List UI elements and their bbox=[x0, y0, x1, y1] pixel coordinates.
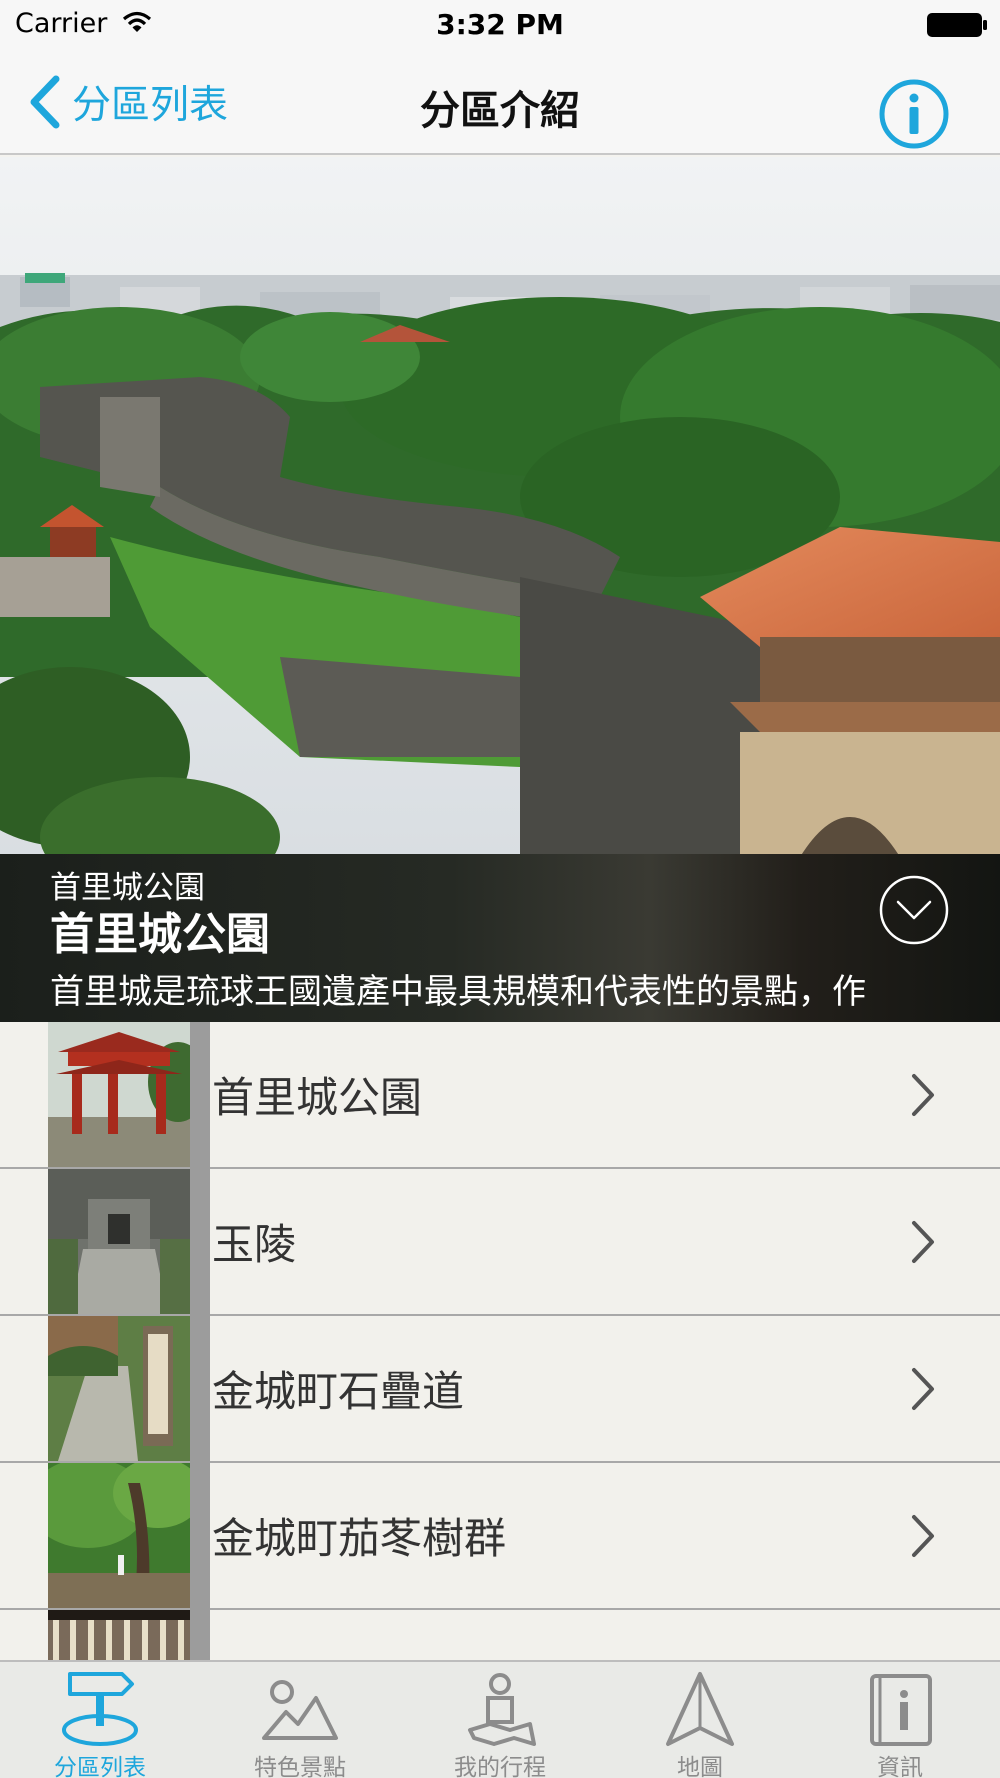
chevron-right-icon bbox=[912, 1074, 934, 1116]
list-item-label: 金城町石疊道 bbox=[212, 1367, 465, 1416]
chevron-right-icon bbox=[912, 1515, 934, 1557]
back-button[interactable]: 分區列表 bbox=[28, 72, 228, 132]
tab-label: 地圖 bbox=[677, 1755, 723, 1778]
list-item-label: 首里城公園 bbox=[212, 1073, 423, 1122]
person-map-icon bbox=[468, 1673, 536, 1746]
hero-section: 首里城公園 首里城公園 首里城是琉球王國遺產中最具規模和代表性的景點，作 bbox=[0, 157, 1000, 1022]
hero-description: 首里城是琉球王國遺產中最具規模和代表性的景點，作 bbox=[50, 972, 866, 1012]
tab-bar: 分區列表 特色景點 我的行程 地圖 資訊 bbox=[0, 1660, 1000, 1778]
tab-map[interactable]: 地圖 bbox=[600, 1662, 800, 1778]
tab-label: 資訊 bbox=[877, 1755, 923, 1778]
back-button-label: 分區列表 bbox=[72, 83, 229, 128]
tab-label: 特色景點 bbox=[254, 1755, 346, 1778]
compass-arrow-icon bbox=[666, 1672, 734, 1746]
hero-title: 首里城公園 bbox=[50, 909, 270, 960]
status-time: 3:32 PM bbox=[436, 8, 564, 41]
shuri-castle-photo bbox=[0, 157, 1000, 857]
stone-tomb-photo bbox=[48, 1169, 190, 1314]
tab-label: 分區列表 bbox=[54, 1755, 146, 1778]
row-divider-bar bbox=[190, 1610, 210, 1660]
info-book-icon bbox=[870, 1674, 932, 1746]
battery-icon bbox=[927, 13, 987, 37]
chevron-right-icon bbox=[912, 1221, 934, 1263]
list-item[interactable]: 金城町石疊道 bbox=[0, 1316, 1000, 1463]
tab-label: 我的行程 bbox=[454, 1755, 546, 1778]
banyan-trees-photo bbox=[48, 1463, 190, 1608]
app-screen: Carrier 3:32 PM 分區列表 分區介紹 首里城公園 首里城公園 首里… bbox=[0, 0, 1000, 1778]
spot-list: 首里城公園 玉陵 金城町石疊道 金城町茄苳樹群 bbox=[0, 1022, 1000, 1660]
chevron-down-circle-icon[interactable] bbox=[878, 874, 950, 946]
list-item-label: 玉陵 bbox=[212, 1220, 297, 1269]
row-divider-bar bbox=[190, 1316, 210, 1463]
info-circle-icon[interactable] bbox=[878, 78, 950, 150]
chevron-right-icon bbox=[912, 1368, 934, 1410]
stone-path-photo bbox=[48, 1316, 190, 1461]
tab-my-itinerary[interactable]: 我的行程 bbox=[400, 1662, 600, 1778]
tab-zone-list[interactable]: 分區列表 bbox=[0, 1662, 200, 1778]
row-divider-bar bbox=[190, 1463, 210, 1610]
mountain-icon bbox=[262, 1680, 338, 1740]
red-gate-photo bbox=[48, 1022, 190, 1167]
row-divider-bar bbox=[190, 1022, 210, 1169]
tab-info[interactable]: 資訊 bbox=[800, 1662, 1000, 1778]
partial-photo bbox=[48, 1610, 190, 1660]
list-item-label: 金城町茄苳樹群 bbox=[212, 1514, 507, 1563]
chevron-left-icon bbox=[30, 75, 60, 129]
list-item[interactable] bbox=[0, 1610, 1000, 1660]
signpost-icon bbox=[62, 1672, 138, 1746]
list-item[interactable]: 金城町茄苳樹群 bbox=[0, 1463, 1000, 1610]
status-bar: Carrier 3:32 PM bbox=[0, 0, 1000, 50]
list-item[interactable]: 首里城公園 bbox=[0, 1022, 1000, 1169]
row-divider-bar bbox=[190, 1169, 210, 1316]
tab-featured-spots[interactable]: 特色景點 bbox=[200, 1662, 400, 1778]
hero-caption: 首里城公園 首里城公園 首里城是琉球王國遺產中最具規模和代表性的景點，作 bbox=[0, 854, 1000, 1022]
list-item[interactable]: 玉陵 bbox=[0, 1169, 1000, 1316]
navigation-bar: 分區列表 分區介紹 bbox=[0, 50, 1000, 155]
